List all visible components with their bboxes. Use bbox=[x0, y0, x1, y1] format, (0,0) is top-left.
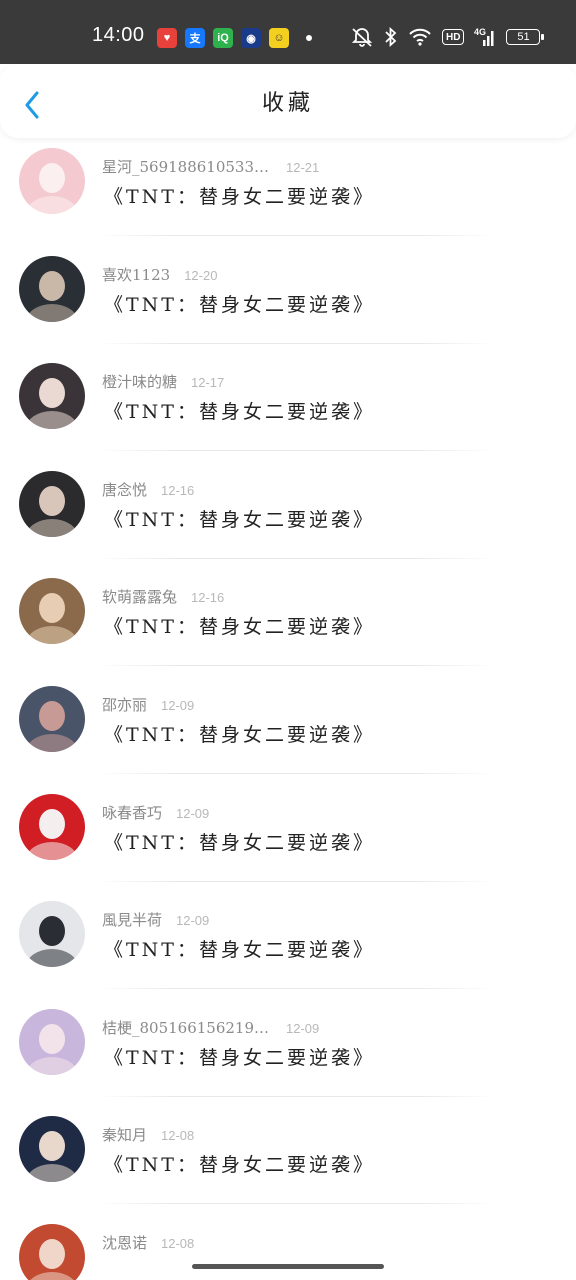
list-item[interactable]: 唐念悦 12-16 《TNT：替身女二要逆袭》 bbox=[0, 461, 576, 569]
network-type-label: 4G bbox=[474, 27, 486, 37]
favorites-list: 星河_5691886105338… 12-21 《TNT：替身女二要逆袭》 喜欢112… bbox=[0, 138, 576, 1280]
avatar[interactable] bbox=[19, 470, 85, 537]
chevron-left-icon bbox=[25, 91, 39, 119]
avatar[interactable] bbox=[19, 578, 85, 645]
item-meta: 秦知月 12-08 bbox=[102, 1124, 194, 1145]
username[interactable]: 咏春香巧 bbox=[102, 802, 162, 823]
book-title[interactable]: 《TNT：替身女二要逆袭》 bbox=[104, 290, 375, 317]
mute-icon bbox=[350, 26, 374, 48]
divider bbox=[96, 1095, 496, 1097]
status-bar: 14:00 ♥ 支 iQ ◉ ☺ HD 4G 51 bbox=[0, 0, 576, 64]
username[interactable]: 桔梗_80516615621915939 bbox=[102, 1017, 272, 1038]
item-meta: 桔梗_80516615621915939 12-09 bbox=[102, 1017, 319, 1038]
list-item[interactable]: 沈恩诺 12-08 bbox=[0, 1214, 576, 1280]
red-heart-app-icon: ♥ bbox=[157, 28, 177, 48]
item-meta: 邵亦丽 12-09 bbox=[102, 694, 194, 715]
status-time: 14:00 bbox=[92, 24, 145, 46]
username[interactable]: 星河_5691886105338… bbox=[102, 156, 272, 177]
divider bbox=[96, 988, 496, 990]
date: 12-16 bbox=[191, 590, 225, 606]
iqiyi-icon: iQ bbox=[213, 28, 233, 48]
date: 12-20 bbox=[184, 267, 218, 283]
username[interactable]: 風見半荷 bbox=[102, 909, 162, 930]
date: 12-17 bbox=[191, 375, 225, 391]
list-item[interactable]: 桔梗_80516615621915939 12-09 《TNT：替身女二要逆袭》 bbox=[0, 999, 576, 1107]
hd-voice-badge: HD bbox=[442, 29, 465, 45]
avatar[interactable] bbox=[19, 685, 85, 752]
page-header: 收藏 bbox=[0, 64, 576, 138]
avatar[interactable] bbox=[19, 1008, 85, 1075]
yellow-app-icon: ☺ bbox=[269, 28, 289, 48]
avatar[interactable] bbox=[19, 255, 85, 322]
book-title[interactable]: 《TNT：替身女二要逆袭》 bbox=[104, 1150, 375, 1177]
avatar[interactable] bbox=[19, 1116, 85, 1183]
divider bbox=[96, 557, 496, 559]
username[interactable]: 邵亦丽 bbox=[102, 694, 147, 715]
battery-indicator: 51 bbox=[506, 29, 545, 45]
book-title[interactable]: 《TNT：替身女二要逆袭》 bbox=[104, 182, 375, 209]
item-meta: 咏春香巧 12-09 bbox=[102, 802, 209, 823]
signal-icon: 4G bbox=[474, 26, 496, 48]
list-item[interactable]: 邵亦丽 12-09 《TNT：替身女二要逆袭》 bbox=[0, 676, 576, 784]
avatar[interactable] bbox=[19, 1223, 85, 1280]
back-button[interactable] bbox=[20, 90, 44, 120]
date: 12-09 bbox=[286, 1020, 320, 1036]
book-title[interactable]: 《TNT：替身女二要逆袭》 bbox=[104, 935, 375, 962]
avatar[interactable] bbox=[19, 793, 85, 860]
list-item[interactable]: 橙汁味的糖 12-17 《TNT：替身女二要逆袭》 bbox=[0, 353, 576, 461]
divider bbox=[96, 342, 496, 344]
bluetooth-icon bbox=[384, 26, 398, 48]
item-meta: 沈恩诺 12-08 bbox=[102, 1232, 194, 1253]
book-title[interactable]: 《TNT：替身女二要逆袭》 bbox=[104, 828, 375, 855]
divider bbox=[96, 450, 496, 452]
item-meta: 風見半荷 12-09 bbox=[102, 909, 209, 930]
avatar[interactable] bbox=[19, 363, 85, 430]
blue-app-icon: ◉ bbox=[241, 28, 261, 48]
system-icons: HD 4G 51 bbox=[350, 26, 545, 48]
date: 12-08 bbox=[161, 1128, 195, 1144]
username[interactable]: 橙汁味的糖 bbox=[102, 371, 177, 392]
book-title[interactable]: 《TNT：替身女二要逆袭》 bbox=[104, 720, 375, 747]
item-meta: 软萌露露兔 12-16 bbox=[102, 586, 224, 607]
username[interactable]: 喜欢1123 bbox=[102, 264, 170, 285]
book-title[interactable]: 《TNT：替身女二要逆袭》 bbox=[104, 612, 375, 639]
username[interactable]: 沈恩诺 bbox=[102, 1232, 147, 1253]
username[interactable]: 软萌露露兔 bbox=[102, 586, 177, 607]
username[interactable]: 唐念悦 bbox=[102, 479, 147, 500]
divider bbox=[96, 1203, 496, 1205]
page-title: 收藏 bbox=[261, 91, 314, 116]
divider bbox=[96, 665, 496, 667]
date: 12-09 bbox=[176, 805, 210, 821]
username[interactable]: 秦知月 bbox=[102, 1124, 147, 1145]
item-meta: 橙汁味的糖 12-17 bbox=[102, 371, 224, 392]
divider bbox=[96, 880, 496, 882]
item-meta: 星河_5691886105338… 12-21 bbox=[102, 156, 319, 177]
date: 12-21 bbox=[286, 160, 320, 175]
more-notifications-dot bbox=[306, 35, 312, 41]
book-title[interactable]: 《TNT：替身女二要逆袭》 bbox=[104, 1043, 375, 1070]
avatar[interactable] bbox=[19, 148, 85, 214]
list-item[interactable]: 软萌露露兔 12-16 《TNT：替身女二要逆袭》 bbox=[0, 568, 576, 676]
book-title[interactable]: 《TNT：替身女二要逆袭》 bbox=[104, 505, 375, 532]
divider bbox=[96, 772, 496, 774]
list-item[interactable]: 喜欢1123 12-20 《TNT：替身女二要逆袭》 bbox=[0, 246, 576, 354]
date: 12-08 bbox=[161, 1235, 195, 1251]
notification-app-icons: ♥ 支 iQ ◉ ☺ bbox=[157, 28, 289, 48]
book-title[interactable]: 《TNT：替身女二要逆袭》 bbox=[104, 397, 375, 424]
wifi-icon bbox=[408, 26, 432, 48]
list-item[interactable]: 秦知月 12-08 《TNT：替身女二要逆袭》 bbox=[0, 1106, 576, 1214]
date: 12-16 bbox=[161, 482, 195, 498]
list-item[interactable]: 風見半荷 12-09 《TNT：替身女二要逆袭》 bbox=[0, 891, 576, 999]
date: 12-09 bbox=[176, 913, 210, 929]
divider bbox=[96, 235, 496, 236]
avatar[interactable] bbox=[19, 901, 85, 968]
list-item[interactable]: 咏春香巧 12-09 《TNT：替身女二要逆袭》 bbox=[0, 784, 576, 892]
list-item[interactable]: 星河_5691886105338… 12-21 《TNT：替身女二要逆袭》 bbox=[0, 138, 576, 246]
alipay-icon: 支 bbox=[185, 28, 205, 48]
item-meta: 唐念悦 12-16 bbox=[102, 479, 194, 500]
item-meta: 喜欢1123 12-20 bbox=[102, 264, 217, 285]
date: 12-09 bbox=[161, 697, 195, 713]
home-indicator[interactable] bbox=[192, 1264, 384, 1269]
